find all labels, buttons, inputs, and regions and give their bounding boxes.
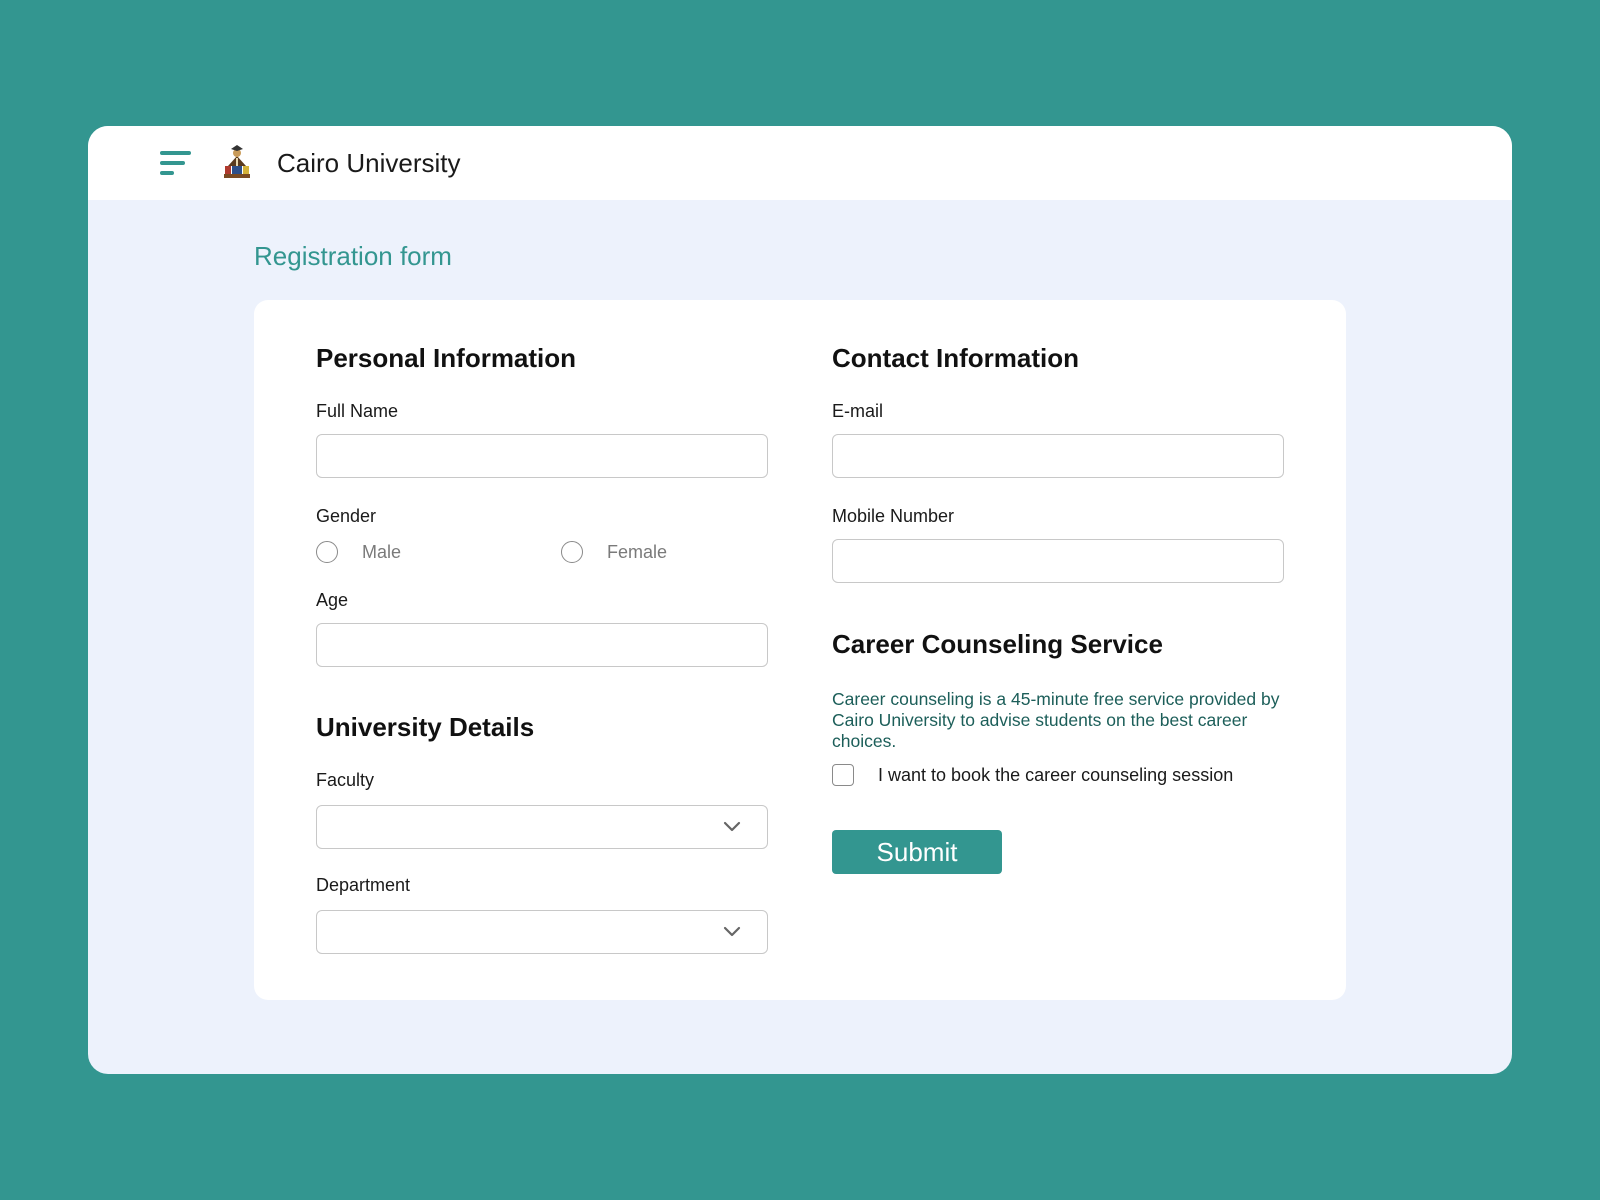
mobile-number-input[interactable]: [832, 539, 1284, 583]
email-label: E-mail: [832, 401, 884, 421]
app-window: Cairo University Registration form Perso…: [88, 126, 1512, 1074]
university-logo: [222, 144, 252, 180]
faculty-label: Faculty: [316, 770, 375, 790]
app-title: Cairo University: [277, 148, 461, 178]
mobile-number-label: Mobile Number: [832, 506, 955, 526]
gender-female-label[interactable]: Female: [607, 541, 667, 563]
career-counseling-checkbox-label[interactable]: I want to book the career counseling ses…: [878, 764, 1233, 786]
chevron-down-icon: [723, 926, 741, 937]
department-label: Department: [316, 875, 411, 895]
age-label: Age: [316, 590, 349, 610]
full-name-label: Full Name: [316, 401, 399, 421]
submit-button[interactable]: Submit: [832, 830, 1002, 874]
page-title: Registration form: [254, 241, 452, 271]
gender-male-radio[interactable]: [316, 541, 338, 563]
email-input[interactable]: [832, 434, 1284, 478]
career-counseling-heading: Career Counseling Service: [832, 629, 1163, 659]
contact-information-heading: Contact Information: [832, 343, 1079, 373]
faculty-select[interactable]: [316, 805, 768, 849]
university-details-heading: University Details: [316, 712, 535, 742]
top-bar: Cairo University: [88, 126, 1512, 200]
department-select[interactable]: [316, 910, 768, 954]
full-name-input[interactable]: [316, 434, 768, 478]
registration-form: Personal Information Full Name Gender Ma…: [254, 300, 1346, 1000]
gender-female-radio[interactable]: [561, 541, 583, 563]
age-input[interactable]: [316, 623, 768, 667]
gender-male-label[interactable]: Male: [362, 541, 401, 563]
gender-label: Gender: [316, 506, 377, 526]
chevron-down-icon: [723, 821, 741, 832]
career-counseling-description: Career counseling is a 45-minute free se…: [832, 689, 1280, 751]
career-counseling-checkbox[interactable]: [832, 764, 854, 786]
personal-information-heading: Personal Information: [316, 343, 577, 373]
hamburger-menu-icon[interactable]: [160, 150, 192, 176]
